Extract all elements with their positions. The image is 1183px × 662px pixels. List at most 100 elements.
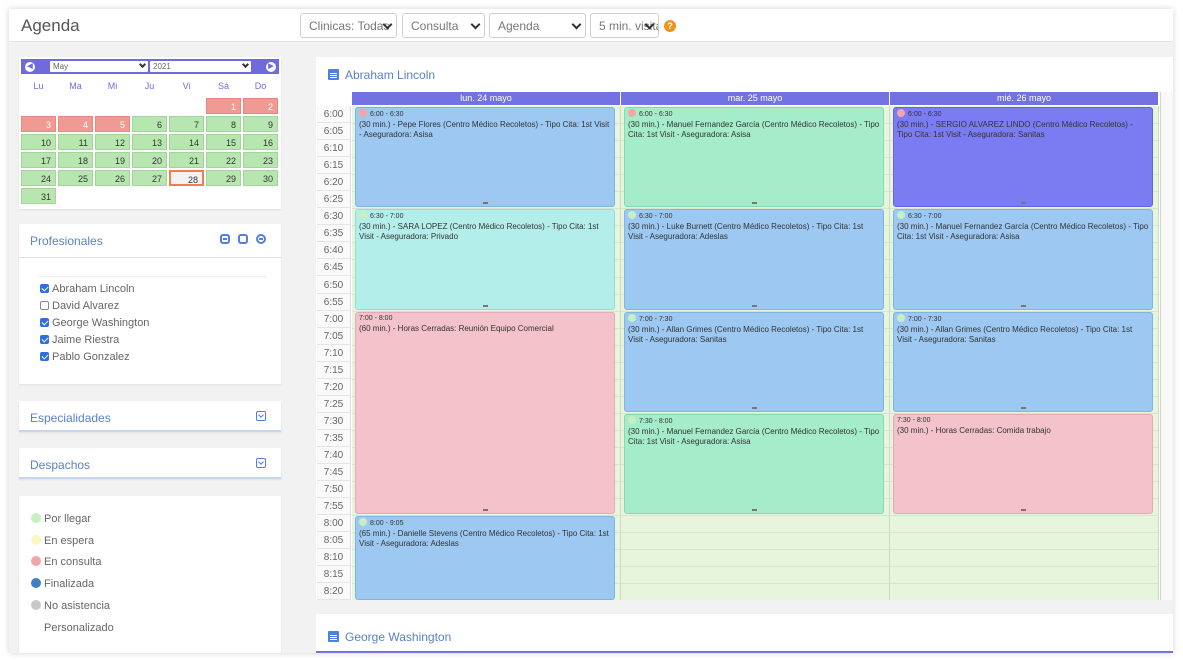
time-label: 6:30 <box>317 208 351 226</box>
appointment[interactable]: 6:30 - 7:00 (30 min.) - Manuel Fernandez … <box>893 209 1153 310</box>
calendar-day[interactable]: 17 <box>21 152 56 168</box>
calendar-day[interactable]: 29 <box>206 170 241 186</box>
despachos-panel[interactable]: Despachos <box>19 448 281 479</box>
day-header[interactable]: mar. 25 mayo <box>621 92 890 105</box>
agenda-select[interactable]: Agenda <box>489 13 586 38</box>
professional-item[interactable]: Jaime Riestra <box>40 334 119 346</box>
calendar-day[interactable]: 31 <box>21 188 56 204</box>
appointment[interactable]: 6:00 - 6:30 (30 min.) - SERGIO ALVAREZ LI… <box>893 107 1153 208</box>
appointment-time-text: 7:00 - 8:00 <box>359 314 393 322</box>
calendar-day[interactable]: 6 <box>132 116 167 132</box>
professional-item[interactable]: George Washington <box>40 317 149 329</box>
appointment[interactable]: 8:00 - 9:05 (65 min.) - Danielle Stevens … <box>355 516 615 600</box>
resize-handle[interactable] <box>1021 304 1026 307</box>
appointment[interactable]: 7:30 - 8:00 (30 min.) - Horas Cerradas: C… <box>893 413 1153 515</box>
calendar-day[interactable]: 7 <box>169 116 204 132</box>
legend-item: En consulta <box>31 556 101 568</box>
calendar-day[interactable]: 15 <box>206 134 241 150</box>
calendar-day[interactable]: 9 <box>243 116 278 132</box>
chevron-down-icon <box>138 60 147 69</box>
appointment[interactable]: 7:30 - 8:00 (30 min.) - Manuel Fernandez … <box>624 413 884 515</box>
help-icon[interactable]: ? <box>664 20 676 32</box>
calendar-day[interactable]: 11 <box>58 134 93 150</box>
professional-checkbox[interactable] <box>40 318 49 327</box>
calendar-day[interactable]: 25 <box>58 170 93 186</box>
calendar-day[interactable]: 27 <box>132 170 167 186</box>
calendar-day[interactable]: 8 <box>206 116 241 132</box>
resize-handle[interactable] <box>752 202 757 205</box>
check-all-icon[interactable] <box>220 234 230 244</box>
resize-handle[interactable] <box>1021 406 1026 409</box>
slot-line <box>621 515 889 517</box>
status-dot-icon <box>31 622 41 632</box>
prev-month-button[interactable]: ◀ <box>25 62 35 72</box>
professional-checkbox[interactable] <box>40 335 49 344</box>
appointment[interactable]: 6:00 - 6:30 (30 min.) - Manuel Fernandez … <box>624 107 884 208</box>
chevron-down-icon[interactable] <box>256 411 266 421</box>
calendar-day[interactable]: 10 <box>21 134 56 150</box>
appointment[interactable]: 6:30 - 7:00 (30 min.) - SARA LOPEZ (Centr… <box>355 209 615 310</box>
chevron-down-icon[interactable] <box>256 458 266 468</box>
time-label: 6:50 <box>317 276 351 294</box>
calendar-day[interactable]: 28 <box>169 170 204 186</box>
resize-handle[interactable] <box>483 509 488 512</box>
resize-handle[interactable] <box>752 406 757 409</box>
appointment[interactable]: 7:00 - 7:30 (30 min.) - Allan Grimes (Cen… <box>624 311 884 412</box>
professional-checkbox[interactable] <box>40 352 49 361</box>
calendar-day[interactable]: 20 <box>132 152 167 168</box>
legend-item: Por llegar <box>31 513 91 525</box>
status-dot-icon <box>628 415 636 424</box>
especialidades-panel[interactable]: Especialidades <box>19 401 281 432</box>
appointment[interactable]: 6:30 - 7:00 (30 min.) - Luke Burnett (Cen… <box>624 209 884 310</box>
month-select[interactable]: May <box>50 60 148 72</box>
status-dot-icon <box>628 109 636 117</box>
calendar-day[interactable]: 12 <box>95 134 130 150</box>
calendar-day[interactable]: 2 <box>243 98 278 114</box>
resize-handle[interactable] <box>752 304 757 307</box>
legend-item: Personalizado <box>31 622 114 634</box>
day-header[interactable]: lun. 24 mayo <box>352 92 621 105</box>
calendar-day[interactable]: 21 <box>169 152 204 168</box>
calendar-day[interactable]: 3 <box>21 116 56 132</box>
calendar-day[interactable]: 19 <box>95 152 130 168</box>
uncheck-all-icon[interactable] <box>238 234 248 244</box>
calendar-day[interactable]: 23 <box>243 152 278 168</box>
calendar-day[interactable]: 5 <box>95 116 130 132</box>
calendar-day[interactable]: 16 <box>243 134 278 150</box>
appointment[interactable]: 7:00 - 8:00 (60 min.) - Horas Cerradas: R… <box>355 311 615 515</box>
calendar-day[interactable]: 24 <box>21 170 56 186</box>
day-header[interactable]: mié. 26 mayo <box>890 92 1159 105</box>
next-month-button[interactable]: ▶ <box>266 62 276 72</box>
resize-handle[interactable] <box>483 202 488 205</box>
professional-checkbox[interactable] <box>40 301 49 310</box>
clinic-select[interactable]: Clinicas: Todas <box>300 13 397 38</box>
professional-item[interactable]: Pablo Gonzalez <box>40 351 130 363</box>
year-select[interactable]: 2021 <box>150 60 251 72</box>
resize-handle[interactable] <box>1021 509 1026 512</box>
resize-handle[interactable] <box>483 304 488 307</box>
calendar-day[interactable]: 26 <box>95 170 130 186</box>
calendar-day[interactable]: 14 <box>169 134 204 150</box>
status-dot-icon <box>31 534 41 545</box>
professional-item[interactable]: David Alvarez <box>40 300 119 312</box>
interval-select[interactable]: 5 min. visita <box>590 13 659 38</box>
resize-handle[interactable] <box>1021 202 1026 205</box>
appointment-time: 7:30 - 8:00 <box>628 415 880 427</box>
calendar-day[interactable]: 13 <box>132 134 167 150</box>
resize-handle[interactable] <box>752 509 757 512</box>
consulta-select[interactable]: Consulta <box>402 13 485 38</box>
collapse-icon[interactable] <box>256 234 266 244</box>
appointment-time-text: 6:00 - 6:30 <box>908 111 942 118</box>
appointment[interactable]: 6:00 - 6:30 (30 min.) - Pepe Flores (Cent… <box>355 107 615 208</box>
appointment-time: 6:00 - 6:30 <box>359 109 611 120</box>
calendar-day[interactable]: 4 <box>58 116 93 132</box>
appointment-time-text: 6:00 - 6:30 <box>639 111 673 118</box>
professional-checkbox[interactable] <box>40 284 49 293</box>
calendar-day[interactable]: 18 <box>58 152 93 168</box>
appointment[interactable]: 7:00 - 7:30 (30 min.) - Allan Grimes (Cen… <box>893 311 1153 412</box>
professional-item[interactable]: Abraham Lincoln <box>40 283 135 295</box>
calendar-day[interactable]: 1 <box>206 98 241 114</box>
calendar-day[interactable]: 22 <box>206 152 241 168</box>
calendar-day[interactable]: 30 <box>243 170 278 186</box>
chevron-down-icon <box>470 19 481 30</box>
